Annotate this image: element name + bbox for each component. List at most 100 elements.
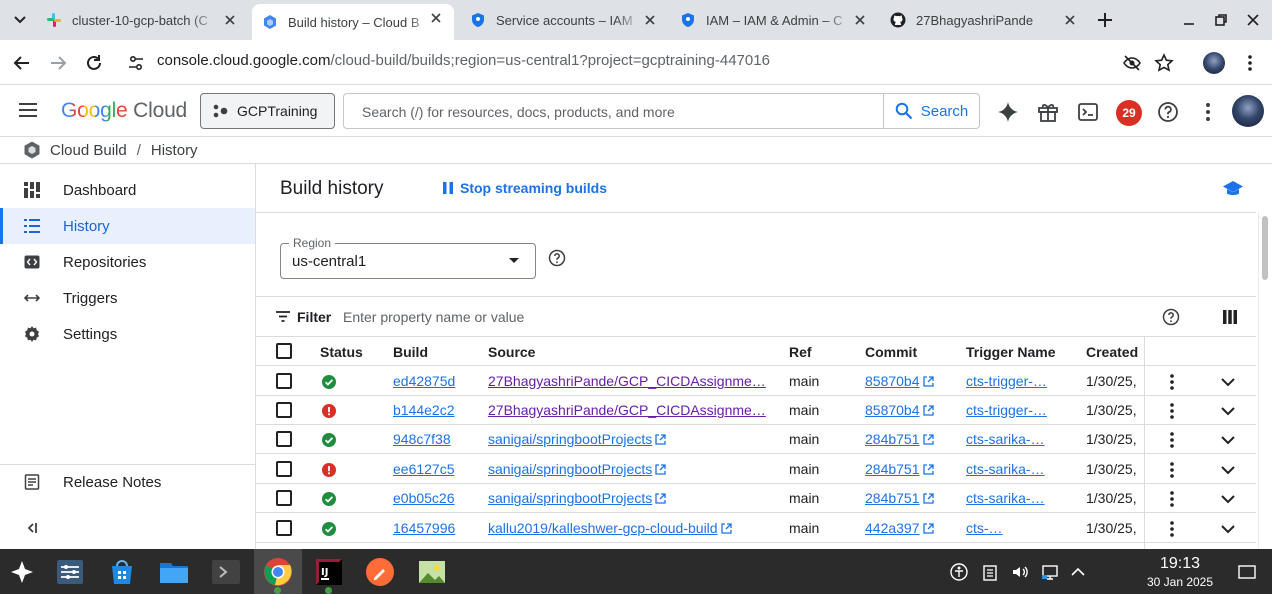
accessibility-tray-icon[interactable] xyxy=(950,563,968,581)
table-row[interactable]: ed42875d 27BhagyashriPande/GCP_CICDAssign… xyxy=(256,367,1256,396)
region-help-icon[interactable] xyxy=(548,249,566,267)
row-checkbox[interactable] xyxy=(276,461,292,477)
column-header-trigger-name[interactable]: Trigger Name xyxy=(966,344,1055,360)
tray-expand-chevron-icon[interactable] xyxy=(1069,563,1087,581)
file-manager-icon[interactable] xyxy=(158,556,190,588)
account-avatar[interactable] xyxy=(1232,95,1264,127)
expand-row-chevron-icon[interactable] xyxy=(1220,464,1236,476)
hamburger-menu-icon[interactable] xyxy=(18,102,38,118)
commit-link[interactable]: 284b751 xyxy=(865,490,920,506)
reload-icon[interactable] xyxy=(84,53,104,73)
commit-link[interactable]: 442a397 xyxy=(865,520,920,536)
back-arrow-icon[interactable] xyxy=(12,53,32,73)
column-header-status[interactable]: Status xyxy=(320,344,363,360)
tab-search-chevron-icon[interactable] xyxy=(6,8,34,32)
expand-row-chevron-icon[interactable] xyxy=(1220,434,1236,446)
learn-mortarboard-icon[interactable] xyxy=(1222,178,1244,200)
breadcrumb-page[interactable]: History xyxy=(151,142,198,159)
volume-tray-icon[interactable] xyxy=(1011,563,1029,581)
url-text[interactable]: console.cloud.google.com/cloud-build/bui… xyxy=(157,52,770,69)
row-actions-more-icon[interactable] xyxy=(1170,432,1174,448)
forward-arrow-icon[interactable] xyxy=(48,53,68,73)
column-header-build[interactable]: Build xyxy=(393,344,428,360)
site-info-icon[interactable] xyxy=(126,53,146,73)
sidebar-item-history[interactable]: History xyxy=(0,208,255,244)
minimize-icon[interactable] xyxy=(1180,11,1198,29)
gemini-sparkle-icon[interactable] xyxy=(997,101,1019,123)
collapse-sidebar-icon[interactable] xyxy=(24,520,40,536)
source-repo-link[interactable]: sanigai/springbootProjects xyxy=(488,431,652,447)
table-row[interactable]: b144e2c2 27BhagyashriPande/GCP_CICDAssign… xyxy=(256,396,1256,425)
trigger-name-link[interactable]: cts-sarika-… xyxy=(966,461,1045,477)
trigger-name-link[interactable]: cts-… xyxy=(966,520,1003,536)
filter-input[interactable]: Enter property name or value xyxy=(343,309,524,325)
stop-streaming-button[interactable]: Stop streaming builds xyxy=(442,180,607,196)
launcher-icon[interactable] xyxy=(6,556,38,588)
build-id-link[interactable]: 948c7f38 xyxy=(393,431,451,447)
column-header-source[interactable]: Source xyxy=(488,344,535,360)
close-tab-icon[interactable] xyxy=(642,12,658,28)
close-tab-icon[interactable] xyxy=(1062,12,1078,28)
row-actions-more-icon[interactable] xyxy=(1170,491,1174,507)
column-header-created[interactable]: Created xyxy=(1086,344,1138,360)
filter-help-icon[interactable] xyxy=(1162,308,1180,326)
region-select[interactable]: Region us-central1 xyxy=(280,236,536,279)
browser-tab-build-history[interactable]: Build history – Cloud B xyxy=(252,4,454,40)
row-actions-more-icon[interactable] xyxy=(1170,403,1174,419)
table-row[interactable]: 948c7f38 sanigai/springbootProjects main 28… xyxy=(256,425,1256,454)
row-actions-more-icon[interactable] xyxy=(1170,521,1174,537)
build-id-link[interactable]: b144e2c2 xyxy=(393,402,455,418)
chrome-icon[interactable] xyxy=(262,556,294,588)
source-repo-link[interactable]: kallu2019/kalleshwer-gcp-cloud-build xyxy=(488,520,718,536)
store-bag-icon[interactable] xyxy=(106,556,138,588)
notifications-badge[interactable]: 29 xyxy=(1116,100,1142,126)
taskbar-clock[interactable]: 19:13 30 Jan 2025 xyxy=(1140,555,1220,589)
trigger-name-link[interactable]: cts-trigger-… xyxy=(966,402,1047,418)
search-button[interactable]: Search xyxy=(883,94,979,128)
row-actions-more-icon[interactable] xyxy=(1170,374,1174,390)
profile-avatar[interactable] xyxy=(1203,52,1225,74)
eye-off-icon[interactable] xyxy=(1122,53,1142,73)
browser-menu-icon[interactable] xyxy=(1240,53,1260,73)
system-settings-icon[interactable] xyxy=(54,556,86,588)
source-repo-link[interactable]: 27BhagyashriPande/GCP_CICDAssignme… xyxy=(488,402,766,418)
select-all-checkbox[interactable] xyxy=(276,343,292,359)
table-row[interactable]: e0b05c26 sanigai/springbootProjects main 28… xyxy=(256,484,1256,513)
restore-window-icon[interactable] xyxy=(1212,11,1230,29)
intellij-icon[interactable]: IJ xyxy=(313,556,345,588)
row-checkbox[interactable] xyxy=(276,373,292,389)
commit-link[interactable]: 85870b4 xyxy=(865,402,920,418)
table-row[interactable]: 16457996 kallu2019/kalleshwer-gcp-cloud-b… xyxy=(256,514,1256,543)
postman-icon[interactable] xyxy=(364,556,396,588)
expand-row-chevron-icon[interactable] xyxy=(1220,405,1236,417)
new-tab-plus-icon[interactable] xyxy=(1094,9,1116,31)
network-tray-icon[interactable] xyxy=(1041,563,1059,581)
gift-icon[interactable] xyxy=(1037,101,1059,123)
row-checkbox[interactable] xyxy=(276,402,292,418)
terminal-icon[interactable] xyxy=(210,556,242,588)
sidebar-item-repositories[interactable]: Repositories xyxy=(0,244,255,280)
build-id-link[interactable]: ee6127c5 xyxy=(393,461,455,477)
commit-link[interactable]: 284b751 xyxy=(865,431,920,447)
show-desktop-icon[interactable] xyxy=(1237,562,1257,582)
scrollbar-thumb[interactable] xyxy=(1262,216,1268,280)
sidebar-item-triggers[interactable]: Triggers xyxy=(0,280,255,316)
release-notes-link[interactable]: Release Notes xyxy=(0,464,255,500)
project-picker-button[interactable]: GCPTraining xyxy=(200,93,335,129)
browser-tab-iam[interactable]: IAM – IAM & Admin – C xyxy=(670,6,878,34)
row-actions-more-icon[interactable] xyxy=(1170,462,1174,478)
row-checkbox[interactable] xyxy=(276,490,292,506)
expand-row-chevron-icon[interactable] xyxy=(1220,493,1236,505)
column-display-options-icon[interactable] xyxy=(1222,309,1238,325)
column-header-ref[interactable]: Ref xyxy=(789,344,812,360)
row-checkbox[interactable] xyxy=(276,520,292,536)
expand-row-chevron-icon[interactable] xyxy=(1220,376,1236,388)
clipboard-tray-icon[interactable] xyxy=(981,563,999,581)
commit-link[interactable]: 85870b4 xyxy=(865,373,920,389)
sidebar-item-settings[interactable]: Settings xyxy=(0,316,255,352)
close-tab-icon[interactable] xyxy=(852,12,868,28)
search-input[interactable]: Search (/) for resources, docs, products… xyxy=(343,93,980,129)
close-tab-icon[interactable] xyxy=(222,12,238,28)
breadcrumb-product[interactable]: Cloud Build xyxy=(50,142,127,159)
build-id-link[interactable]: e0b05c26 xyxy=(393,490,455,506)
